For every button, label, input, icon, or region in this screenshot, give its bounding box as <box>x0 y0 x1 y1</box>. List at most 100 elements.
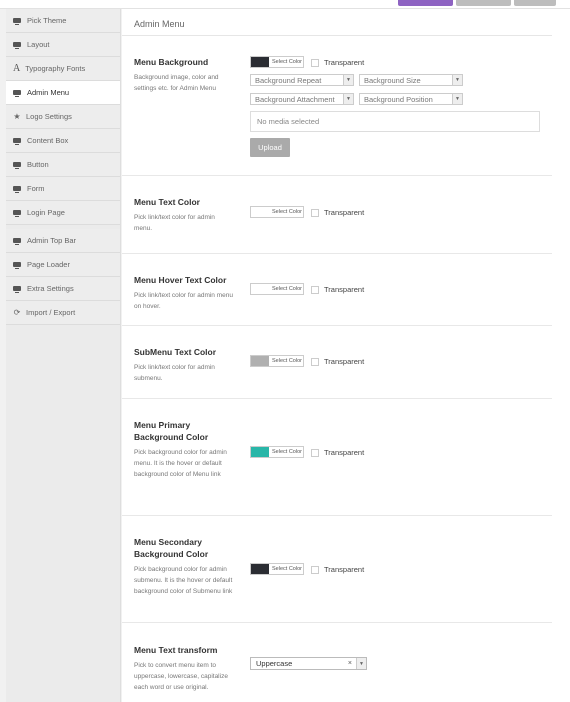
section-description: Pick link/text color for admin menu. <box>134 214 215 232</box>
transparent-label: Transparent <box>324 208 365 217</box>
color-picker[interactable]: Select Color <box>250 206 304 218</box>
transparent-checkbox[interactable] <box>311 285 319 294</box>
section-menu-text-color: Menu Text Color Pick link/text color for… <box>122 176 552 254</box>
color-picker[interactable]: Select Color <box>250 355 304 367</box>
text-transform-select[interactable]: Uppercase × ▼ <box>250 657 367 670</box>
page-title: Admin Menu <box>134 19 185 29</box>
transparent-option[interactable]: Transparent <box>311 565 364 574</box>
sidebar-item-form[interactable]: Form <box>6 177 120 201</box>
settings-panel: Admin Menu Menu Background Background im… <box>122 9 570 702</box>
section-description: Pick link/text color for admin menu on h… <box>134 292 233 310</box>
transparent-label: Transparent <box>324 565 365 574</box>
transparent-option[interactable]: Transparent <box>311 357 364 366</box>
transparent-checkbox[interactable] <box>311 208 319 217</box>
reset-all-button[interactable] <box>514 0 556 6</box>
section-title: SubMenu Text Color <box>134 347 217 357</box>
color-picker[interactable]: Select Color <box>250 446 304 458</box>
transparent-checkbox[interactable] <box>311 357 319 366</box>
monitor-icon <box>13 262 21 269</box>
color-picker[interactable]: Select Color <box>250 283 304 295</box>
monitor-icon <box>13 238 21 245</box>
sidebar-item-label: Login Page <box>27 208 65 217</box>
section-menu-secondary-background-color: Menu Secondary Background Color Pick bac… <box>122 516 552 623</box>
section-title: Menu Text transform <box>134 645 218 655</box>
select-value: Background Attachment <box>255 94 335 104</box>
section-title: Menu Text Color <box>134 197 200 207</box>
sidebar-item-import-export[interactable]: ⟳ Import / Export <box>6 301 120 325</box>
sidebar-item-label: Pick Theme <box>27 16 67 25</box>
section-submenu-text-color: SubMenu Text Color Pick link/text color … <box>122 326 552 399</box>
reset-button[interactable] <box>456 0 511 6</box>
upload-button[interactable]: Upload <box>250 138 290 157</box>
chevron-down-icon: ▼ <box>343 94 353 104</box>
color-swatch <box>251 564 269 574</box>
sidebar-item-label: Extra Settings <box>27 284 74 293</box>
transparent-checkbox[interactable] <box>311 448 319 457</box>
transparent-option[interactable]: Transparent <box>311 285 364 294</box>
color-swatch <box>251 57 269 67</box>
sidebar-item-label: Typography Fonts <box>25 64 86 73</box>
background-repeat-select[interactable]: Background Repeat ▼ <box>250 74 354 86</box>
sidebar-item-typography-fonts[interactable]: A Typography Fonts <box>6 57 120 81</box>
select-value: Background Size <box>364 75 421 85</box>
sidebar-item-pick-theme[interactable]: Pick Theme <box>6 9 120 33</box>
sidebar-item-label: Admin Menu <box>27 88 70 97</box>
chevron-down-icon: ▼ <box>356 658 366 669</box>
transparent-option[interactable]: Transparent <box>311 58 364 67</box>
sidebar-item-label: Content Box <box>27 136 69 145</box>
color-swatch <box>251 447 269 457</box>
color-picker[interactable]: Select Color <box>250 563 304 575</box>
save-changes-button[interactable] <box>398 0 453 6</box>
color-swatch <box>251 284 269 294</box>
select-color-button[interactable]: Select Color <box>269 358 302 364</box>
sidebar-item-layout[interactable]: Layout <box>6 33 120 57</box>
sidebar-item-login-page[interactable]: Login Page <box>6 201 120 225</box>
select-color-button[interactable]: Select Color <box>269 59 302 65</box>
monitor-icon <box>13 138 21 145</box>
section-menu-primary-background-color: Menu Primary Background Color Pick backg… <box>122 399 552 516</box>
section-description: Pick background color for admin menu. It… <box>134 449 227 478</box>
refresh-icon: ⟳ <box>13 308 21 317</box>
sidebar-item-label: Layout <box>27 40 50 49</box>
select-color-button[interactable]: Select Color <box>269 286 302 292</box>
sidebar-item-label: Form <box>27 184 45 193</box>
media-field[interactable]: No media selected <box>250 111 540 132</box>
select-color-button[interactable]: Select Color <box>269 449 302 455</box>
section-title: Menu Hover Text Color <box>134 275 227 285</box>
select-color-button[interactable]: Select Color <box>269 566 302 572</box>
section-title: Menu Background <box>134 57 209 67</box>
sidebar-item-content-box[interactable]: Content Box <box>6 129 120 153</box>
chevron-down-icon: ▼ <box>452 75 462 85</box>
transparent-option[interactable]: Transparent <box>311 448 364 457</box>
background-size-select[interactable]: Background Size ▼ <box>359 74 463 86</box>
section-description: Pick link/text color for admin submenu. <box>134 364 215 382</box>
select-color-button[interactable]: Select Color <box>269 209 302 215</box>
monitor-icon <box>13 18 21 25</box>
sidebar-item-admin-top-bar[interactable]: Admin Top Bar <box>6 229 120 253</box>
transparent-option[interactable]: Transparent <box>311 208 364 217</box>
transparent-label: Transparent <box>324 285 365 294</box>
sidebar-item-page-loader[interactable]: Page Loader <box>6 253 120 277</box>
select-value: Background Position <box>364 94 433 104</box>
section-description: Pick background color for admin submenu.… <box>134 566 233 595</box>
background-position-select[interactable]: Background Position ▼ <box>359 93 463 105</box>
section-description: Background image, color and settings etc… <box>134 74 219 92</box>
transparent-checkbox[interactable] <box>311 565 319 574</box>
monitor-icon <box>13 286 21 293</box>
monitor-icon <box>13 90 21 97</box>
clear-icon[interactable]: × <box>348 660 352 667</box>
sidebar-item-admin-menu[interactable]: Admin Menu <box>6 81 120 105</box>
color-swatch <box>251 356 269 366</box>
select-value: Background Repeat <box>255 75 322 85</box>
sidebar-item-button[interactable]: Button <box>6 153 120 177</box>
chevron-down-icon: ▼ <box>343 75 353 85</box>
sidebar: Pick Theme Layout A Typography Fonts Admi… <box>6 9 121 702</box>
sidebar-item-extra-settings[interactable]: Extra Settings <box>6 277 120 301</box>
sidebar-item-logo-settings[interactable]: ★ Logo Settings <box>6 105 120 129</box>
transparent-checkbox[interactable] <box>311 58 319 67</box>
color-picker[interactable]: Select Color <box>250 56 304 68</box>
sidebar-item-label: Button <box>27 160 49 169</box>
select-value: Uppercase <box>256 659 293 668</box>
background-attachment-select[interactable]: Background Attachment ▼ <box>250 93 354 105</box>
star-icon: ★ <box>13 112 21 121</box>
